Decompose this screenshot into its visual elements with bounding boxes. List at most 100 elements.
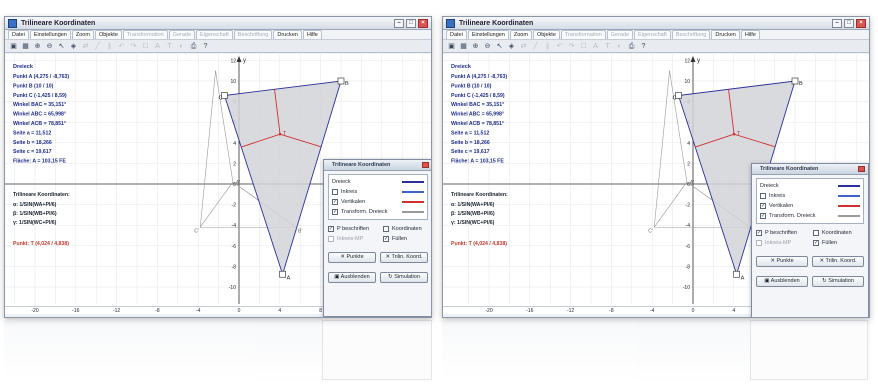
- pointer-icon[interactable]: ↖: [495, 42, 504, 51]
- legend-transform[interactable]: ✓ Transform. Dreieck: [332, 207, 424, 217]
- ausblenden-button[interactable]: ▣ Ausblenden: [328, 272, 376, 283]
- menu-beschriftung[interactable]: Beschriftung: [671, 30, 711, 39]
- minimize-icon[interactable]: –: [832, 18, 842, 28]
- trilin-koord-button[interactable]: ✕ Trilin. Koord.: [812, 256, 864, 267]
- transform-icon[interactable]: ⇄: [519, 42, 528, 51]
- option-row-1: ✓ P beschriften Koordinaten: [328, 224, 428, 234]
- punkte-button[interactable]: ✕ Punkte: [756, 256, 808, 267]
- line-icon[interactable]: ╱: [531, 42, 540, 51]
- menu-transformation[interactable]: Transformation: [122, 30, 168, 39]
- legend-vertikalen[interactable]: ✓ Vertikalen: [760, 201, 860, 211]
- legend-inkreis[interactable]: Inkreis: [760, 191, 860, 201]
- close-icon[interactable]: ×: [856, 18, 866, 28]
- inkreis-checkbox[interactable]: [332, 189, 338, 195]
- legend-transform[interactable]: ✓ Transform. Dreieck: [760, 211, 860, 221]
- menu-objekte[interactable]: Objekte: [94, 30, 122, 39]
- minimize-icon[interactable]: –: [394, 18, 404, 28]
- menu-objekte[interactable]: Objekte: [532, 30, 560, 39]
- color-icon[interactable]: ◐: [177, 42, 186, 51]
- help-icon[interactable]: ?: [639, 42, 648, 51]
- menu-zoom[interactable]: Zoom: [71, 30, 94, 39]
- menu-transformation[interactable]: Transformation: [560, 30, 606, 39]
- menu-hilfe[interactable]: Hilfe: [740, 30, 760, 39]
- panel-close-icon[interactable]: [858, 166, 865, 172]
- menu-drucken[interactable]: Drucken: [711, 30, 740, 39]
- menu-beschriftung[interactable]: Beschriftung: [233, 30, 273, 39]
- undo-icon[interactable]: ↶: [117, 42, 126, 51]
- text-icon[interactable]: T: [603, 42, 612, 51]
- simulation-button[interactable]: ↻ Simulation: [812, 276, 864, 287]
- menu-eigenschaft[interactable]: Eigenschaft: [196, 30, 233, 39]
- close-icon[interactable]: ×: [418, 18, 428, 28]
- menu-zoom[interactable]: Zoom: [509, 30, 532, 39]
- menu-datei[interactable]: Datei: [446, 30, 467, 39]
- label-icon[interactable]: A: [591, 42, 600, 51]
- trilin-button-label: Trilin. Koord.: [825, 258, 857, 264]
- zoom-out-icon[interactable]: ⊖: [45, 42, 54, 51]
- menu-eigenschaft[interactable]: Eigenschaft: [634, 30, 671, 39]
- property-icon[interactable]: ☐: [579, 42, 588, 51]
- punkte-button[interactable]: ✕ Punkte: [328, 252, 376, 263]
- p-beschriften-checkbox[interactable]: ✓: [328, 226, 334, 232]
- inkreis-mp-checkbox[interactable]: [328, 236, 334, 242]
- fuellen-checkbox[interactable]: ✓: [383, 236, 389, 242]
- color-icon[interactable]: ◐: [615, 42, 624, 51]
- inkreis-mp-checkbox[interactable]: [756, 240, 762, 246]
- trilin-koord-button[interactable]: ✕ Trilin. Koord.: [380, 252, 428, 263]
- simulation-button[interactable]: ↻ Simulation: [380, 272, 428, 283]
- point-t-marker[interactable]: [278, 132, 282, 136]
- text-icon[interactable]: T: [165, 42, 174, 51]
- pointer-icon[interactable]: ↖: [57, 42, 66, 51]
- panel-close-icon[interactable]: [422, 162, 429, 168]
- vertikalen-checkbox[interactable]: ✓: [760, 203, 766, 209]
- objects-icon[interactable]: ◈: [69, 42, 78, 51]
- ausblenden-button[interactable]: ▣ Ausblenden: [756, 276, 808, 287]
- help-icon[interactable]: ?: [201, 42, 210, 51]
- save-icon[interactable]: ▣: [447, 42, 456, 51]
- point-t-marker[interactable]: [732, 132, 736, 136]
- undo-icon[interactable]: ↶: [555, 42, 564, 51]
- point-b-handle[interactable]: [337, 77, 345, 85]
- maximize-icon[interactable]: □: [844, 18, 854, 28]
- vertikalen-checkbox[interactable]: ✓: [332, 199, 338, 205]
- print-icon[interactable]: ⎙: [627, 42, 636, 51]
- zoom-in-icon[interactable]: ⊕: [471, 42, 480, 51]
- fuellen-checkbox[interactable]: ✓: [813, 240, 819, 246]
- legend-dreieck-label: Dreieck: [760, 183, 779, 189]
- legend-vertikalen[interactable]: ✓ Vertikalen: [332, 197, 424, 207]
- legend-vertikalen-line: [838, 205, 860, 207]
- transform-checkbox[interactable]: ✓: [332, 209, 338, 215]
- parallel-icon[interactable]: ∥: [105, 42, 114, 51]
- zoom-in-icon[interactable]: ⊕: [33, 42, 42, 51]
- p-beschriften-checkbox[interactable]: ✓: [756, 230, 762, 236]
- label-icon[interactable]: A: [153, 42, 162, 51]
- point-a-handle[interactable]: [279, 270, 286, 278]
- koordinaten-checkbox[interactable]: [813, 230, 819, 236]
- menu-einstellungen[interactable]: Einstellungen: [29, 30, 71, 39]
- save-icon[interactable]: ▣: [9, 42, 18, 51]
- legend-inkreis[interactable]: Inkreis: [332, 187, 424, 197]
- print-icon[interactable]: ⎙: [189, 42, 198, 51]
- grid-icon[interactable]: ▦: [21, 42, 30, 51]
- transform-checkbox[interactable]: ✓: [760, 213, 766, 219]
- objects-icon[interactable]: ◈: [507, 42, 516, 51]
- point-b-handle[interactable]: [791, 77, 799, 85]
- property-icon[interactable]: ☐: [141, 42, 150, 51]
- inkreis-checkbox[interactable]: [760, 193, 766, 199]
- menu-datei[interactable]: Datei: [8, 30, 29, 39]
- maximize-icon[interactable]: □: [406, 18, 416, 28]
- menu-drucken[interactable]: Drucken: [273, 30, 302, 39]
- parallel-icon[interactable]: ∥: [543, 42, 552, 51]
- menu-gerade[interactable]: Gerade: [606, 30, 634, 39]
- grid-icon[interactable]: ▦: [459, 42, 468, 51]
- line-icon[interactable]: ╱: [93, 42, 102, 51]
- menu-einstellungen[interactable]: Einstellungen: [467, 30, 509, 39]
- menu-hilfe[interactable]: Hilfe: [302, 30, 322, 39]
- redo-icon[interactable]: ↷: [567, 42, 576, 51]
- redo-icon[interactable]: ↷: [129, 42, 138, 51]
- transform-icon[interactable]: ⇄: [81, 42, 90, 51]
- menu-gerade[interactable]: Gerade: [168, 30, 196, 39]
- koordinaten-checkbox[interactable]: [383, 226, 389, 232]
- zoom-out-icon[interactable]: ⊖: [483, 42, 492, 51]
- point-a-handle[interactable]: [733, 270, 740, 278]
